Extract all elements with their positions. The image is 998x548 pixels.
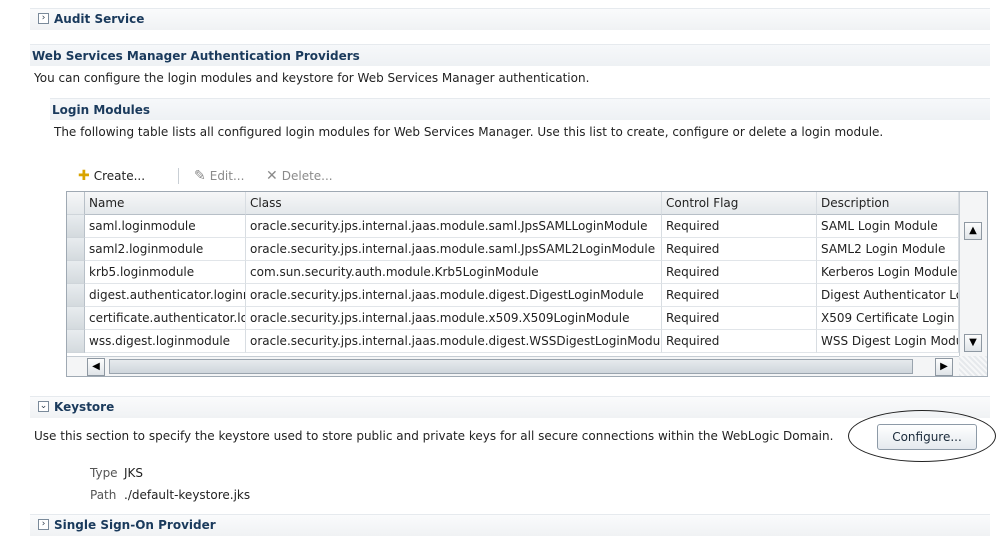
delete-button[interactable]: ✕ Delete... bbox=[266, 166, 333, 186]
keystore-path-label: Path bbox=[90, 488, 117, 502]
cell-name: wss.digest.loginmodule bbox=[85, 330, 246, 353]
scroll-corner bbox=[959, 356, 987, 376]
column-header-control-flag[interactable]: Control Flag bbox=[662, 192, 817, 215]
cell-control-flag: Required bbox=[662, 261, 817, 284]
keystore-header[interactable]: ⌄ Keystore bbox=[30, 396, 990, 418]
cell-description: SAML Login Module bbox=[817, 215, 959, 238]
column-header-name[interactable]: Name bbox=[85, 192, 246, 215]
row-header[interactable] bbox=[67, 261, 85, 284]
create-label: Create... bbox=[93, 169, 146, 183]
keystore-type-value: JKS bbox=[124, 466, 144, 480]
edit-icon: ✎ bbox=[194, 168, 206, 184]
delete-icon: ✕ bbox=[266, 168, 278, 184]
cell-control-flag: Required bbox=[662, 330, 817, 353]
expand-icon[interactable]: › bbox=[38, 13, 49, 24]
cell-description: WSS Digest Login Module bbox=[817, 330, 959, 353]
cell-class: oracle.security.jps.internal.jaas.module… bbox=[246, 307, 662, 330]
wsm-auth-providers-title: Web Services Manager Authentication Prov… bbox=[32, 49, 360, 63]
row-header[interactable] bbox=[67, 215, 85, 238]
toolbar-separator bbox=[178, 168, 179, 184]
scroll-down-icon[interactable]: ▼ bbox=[964, 334, 982, 352]
sso-provider-title[interactable]: Single Sign-On Provider bbox=[54, 518, 216, 532]
vertical-scrollbar[interactable]: ▲ ▼ bbox=[959, 192, 987, 356]
table-header-row: Name Class Control Flag Description bbox=[67, 192, 959, 215]
table-row[interactable]: saml2.loginmodule oracle.security.jps.in… bbox=[67, 238, 959, 261]
edit-button[interactable]: ✎ Edit... bbox=[194, 166, 244, 186]
keystore-path-value: ./default-keystore.jks bbox=[124, 488, 251, 502]
cell-description: Kerberos Login Module bbox=[817, 261, 959, 284]
collapse-icon[interactable]: ⌄ bbox=[38, 401, 49, 412]
cell-description: Digest Authenticator Login Module bbox=[817, 284, 959, 307]
cell-class: oracle.security.jps.internal.jaas.module… bbox=[246, 238, 662, 261]
cell-name: saml2.loginmodule bbox=[85, 238, 246, 261]
table-row[interactable]: saml.loginmodule oracle.security.jps.int… bbox=[67, 215, 959, 238]
row-header[interactable] bbox=[67, 284, 85, 307]
table-row[interactable]: digest.authenticator.loginmodule oracle.… bbox=[67, 284, 959, 307]
horizontal-scrollbar[interactable]: ◀ ▶ bbox=[67, 356, 959, 376]
sso-provider-header[interactable]: › Single Sign-On Provider bbox=[30, 514, 990, 536]
table-row[interactable]: wss.digest.loginmodule oracle.security.j… bbox=[67, 330, 959, 353]
row-header[interactable] bbox=[67, 330, 85, 353]
table-row[interactable]: certificate.authenticator.loginmodule or… bbox=[67, 307, 959, 330]
row-header[interactable] bbox=[67, 238, 85, 261]
column-header-description[interactable]: Description bbox=[817, 192, 959, 215]
cell-name: saml.loginmodule bbox=[85, 215, 246, 238]
scroll-right-icon[interactable]: ▶ bbox=[935, 358, 953, 376]
audit-service-title[interactable]: Audit Service bbox=[54, 12, 144, 26]
row-header-corner bbox=[67, 192, 85, 215]
create-button[interactable]: ✚ Create... bbox=[78, 166, 145, 186]
cell-class: oracle.security.jps.internal.jaas.module… bbox=[246, 330, 662, 353]
login-modules-header: Login Modules bbox=[50, 98, 990, 120]
scroll-up-icon[interactable]: ▲ bbox=[964, 222, 982, 240]
delete-label: Delete... bbox=[281, 169, 333, 183]
cell-control-flag: Required bbox=[662, 307, 817, 330]
wsm-auth-providers-description: You can configure the login modules and … bbox=[34, 71, 590, 85]
login-modules-title: Login Modules bbox=[52, 103, 151, 117]
cell-class: oracle.security.jps.internal.jaas.module… bbox=[246, 215, 662, 238]
cell-name: krb5.loginmodule bbox=[85, 261, 246, 284]
keystore-description: Use this section to specify the keystore… bbox=[34, 429, 834, 443]
cell-control-flag: Required bbox=[662, 215, 817, 238]
cell-description: SAML2 Login Module bbox=[817, 238, 959, 261]
wsm-auth-providers-header: Web Services Manager Authentication Prov… bbox=[30, 44, 990, 66]
audit-service-header[interactable]: › Audit Service bbox=[30, 8, 990, 30]
horizontal-scroll-thumb[interactable] bbox=[109, 359, 913, 374]
keystore-title[interactable]: Keystore bbox=[54, 400, 114, 414]
scroll-left-icon[interactable]: ◀ bbox=[87, 358, 105, 376]
keystore-type-label: Type bbox=[90, 466, 118, 480]
cell-name: digest.authenticator.loginmodule bbox=[85, 284, 246, 307]
highlight-ellipse bbox=[848, 410, 996, 462]
cell-control-flag: Required bbox=[662, 284, 817, 307]
cell-name: certificate.authenticator.loginmodule bbox=[85, 307, 246, 330]
table-row[interactable]: krb5.loginmodule com.sun.security.auth.m… bbox=[67, 261, 959, 284]
login-modules-description: The following table lists all configured… bbox=[54, 125, 884, 139]
expand-icon[interactable]: › bbox=[38, 519, 49, 530]
cell-class: com.sun.security.auth.module.Krb5LoginMo… bbox=[246, 261, 662, 284]
cell-class: oracle.security.jps.internal.jaas.module… bbox=[246, 284, 662, 307]
edit-label: Edit... bbox=[209, 169, 245, 183]
cell-description: X509 Certificate Login Module bbox=[817, 307, 959, 330]
row-header[interactable] bbox=[67, 307, 85, 330]
cell-control-flag: Required bbox=[662, 238, 817, 261]
create-icon: ✚ bbox=[78, 168, 90, 184]
column-header-class[interactable]: Class bbox=[246, 192, 662, 215]
login-modules-table: Name Class Control Flag Description saml… bbox=[66, 191, 988, 377]
